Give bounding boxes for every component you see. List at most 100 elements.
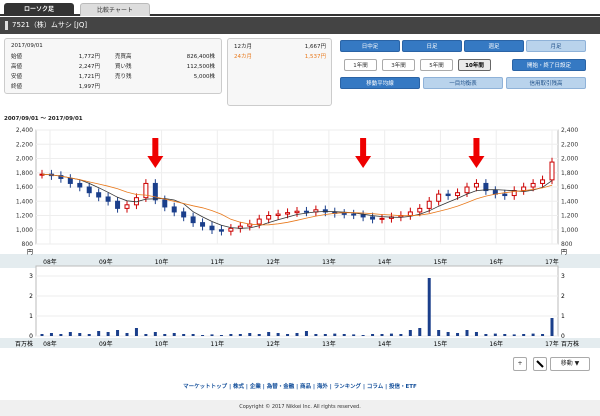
- range-1y-button[interactable]: 1年間: [344, 59, 377, 71]
- ma-12-label: 12カ月: [234, 44, 252, 50]
- price-value: 2,247円: [78, 64, 100, 70]
- chart-date-range: 2007/09/01 〜 2017/09/01: [4, 116, 83, 122]
- volume-bar: [125, 333, 129, 336]
- x-tick-label-volume: 13年: [322, 340, 336, 348]
- x-tick-label-volume: 16年: [489, 340, 503, 348]
- x-tick-label: 15年: [434, 258, 448, 266]
- zoom-in-button[interactable]: +: [513, 357, 527, 371]
- candle-body: [473, 182, 479, 188]
- price-tick-label-left: 1,600: [16, 184, 33, 191]
- price-tick-label-right: 2,200: [561, 141, 578, 148]
- volume-bar: [59, 334, 63, 336]
- volume-bar: [267, 332, 271, 336]
- volume-bar: [97, 331, 101, 336]
- volume-bar: [210, 334, 214, 336]
- move-select[interactable]: 移動 ▼: [550, 357, 590, 371]
- price-label: 安値: [11, 74, 23, 80]
- candle-body: [171, 206, 177, 213]
- price-tick-label-left: 1,800: [16, 170, 33, 177]
- volume-bar: [550, 318, 554, 336]
- ma-24-value: 1,537円: [304, 54, 326, 60]
- price-value: 1,997円: [78, 84, 100, 90]
- indicator-ma-button[interactable]: 移動平均線: [340, 77, 420, 89]
- vol-tick-left: 1: [29, 313, 33, 320]
- volume-bar: [503, 334, 507, 336]
- volume-bar: [371, 334, 375, 336]
- period-monthly-button[interactable]: 月足: [526, 40, 586, 52]
- price-info-panel: 2017/09/01 始値 1,772円 売買高 826,400株 高値 2,247円 買い…: [4, 38, 222, 94]
- footer-links[interactable]: マーケットトップ | 株式 | 企業 | 為替・金融 | 商品 | 海外 | ラ…: [0, 382, 600, 390]
- volume-bar: [40, 334, 44, 336]
- range-5y-button[interactable]: 5年間: [420, 59, 453, 71]
- arrow-shaft: [473, 138, 480, 156]
- volume-bar: [465, 330, 469, 336]
- volume-bar: [418, 328, 422, 336]
- volume-bar: [286, 334, 290, 336]
- candle-body: [181, 211, 187, 218]
- price-tick-label-right: 1,400: [561, 198, 578, 205]
- candle-body: [303, 210, 309, 213]
- volume-label: 買い残: [115, 64, 132, 70]
- x-tick-label-volume: 08年: [43, 340, 57, 348]
- pen-icon: [536, 360, 544, 368]
- volume-bar: [427, 278, 431, 336]
- candle-body: [67, 177, 73, 184]
- candle-body: [436, 193, 442, 202]
- range-3y-button[interactable]: 3年間: [382, 59, 415, 71]
- volume-bar: [106, 332, 110, 336]
- candle-body: [190, 216, 196, 224]
- candle-body: [521, 186, 527, 192]
- volume-bar: [257, 334, 261, 336]
- candle-body: [540, 179, 546, 184]
- volume-bar: [512, 334, 516, 336]
- price-label: 高値: [11, 64, 23, 70]
- x-tick-label-volume: 14年: [378, 340, 392, 348]
- volume-bar: [399, 334, 403, 336]
- tab-comparison-chart[interactable]: 比較チャート: [80, 3, 150, 16]
- volume-bar: [49, 333, 53, 336]
- indicator-margin-button[interactable]: 信用取引残高: [506, 77, 586, 89]
- volume-bar: [474, 332, 478, 336]
- volume-bar: [182, 334, 186, 336]
- tab-candlestick[interactable]: ローソク足: [4, 3, 74, 16]
- price-tick-label-right: 2,000: [561, 156, 578, 163]
- vol-tick-left: 3: [29, 273, 33, 280]
- volume-bar: [446, 332, 450, 336]
- volume-bar: [276, 333, 280, 336]
- price-tick-label-left: 1,200: [16, 213, 33, 220]
- stock-chart-svg: 2,400 2,400 2,200 2,200 2,000 2,000 1,800 1,800…: [0, 127, 600, 348]
- indicator-ichimoku-button[interactable]: 一目均衡表: [423, 77, 503, 89]
- x-tick-label: 16年: [489, 258, 503, 266]
- x-tick-label-volume: 09年: [99, 340, 113, 348]
- period-intraday-button[interactable]: 日中足: [340, 40, 400, 52]
- move-select-label: 移動: [560, 360, 573, 367]
- draw-line-button[interactable]: [533, 357, 547, 371]
- period-daily-button[interactable]: 日足: [402, 40, 462, 52]
- ma-info-panel: 12カ月 1,667円 24カ月 1,537円: [227, 38, 332, 106]
- volume-bar: [153, 332, 157, 336]
- vol-tick-right: 3: [561, 273, 565, 280]
- vol-tick-right: 0: [561, 333, 565, 340]
- price-value: 1,721円: [78, 74, 100, 80]
- period-weekly-button[interactable]: 週足: [464, 40, 524, 52]
- candle-body: [530, 182, 536, 188]
- volume-bar: [68, 332, 72, 336]
- volume-bar: [380, 334, 384, 336]
- x-tick-label-volume: 17年: [545, 340, 559, 348]
- candle-body: [86, 186, 92, 194]
- candle-body: [96, 192, 102, 198]
- volume-bar: [361, 335, 365, 336]
- price-tick-label-right: 1,800: [561, 170, 578, 177]
- candle-body: [124, 204, 130, 209]
- date-range-set-button[interactable]: 開始・終了日設定: [512, 59, 586, 71]
- volume-bar: [342, 334, 346, 336]
- ma-12-row: 12カ月 1,667円: [234, 42, 326, 52]
- volume-bar: [531, 333, 535, 336]
- range-10y-button[interactable]: 10年間: [458, 59, 491, 71]
- candle-body: [228, 227, 234, 232]
- volume-bar: [116, 330, 120, 336]
- volume-bar: [295, 333, 299, 336]
- price-tick-label-left: 2,200: [16, 141, 33, 148]
- price-tick-label-left: 1,000: [16, 227, 33, 234]
- volume-bar: [333, 333, 337, 336]
